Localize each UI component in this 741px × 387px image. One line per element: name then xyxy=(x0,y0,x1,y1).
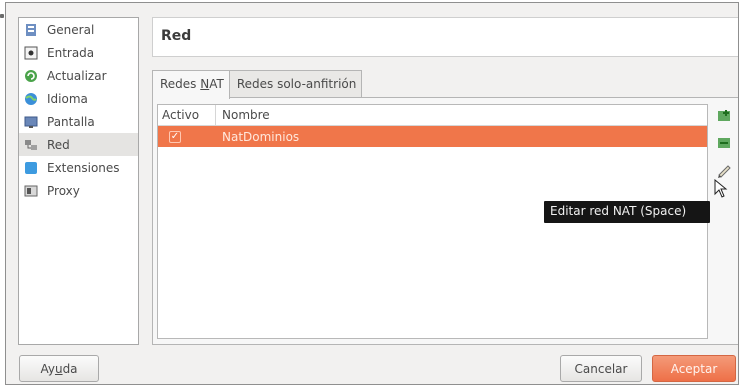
sidebar-item-label: Pantalla xyxy=(47,114,95,129)
general-icon xyxy=(24,23,38,37)
sidebar-item-pantalla[interactable]: Pantalla xyxy=(19,110,138,133)
remove-nat-network-icon[interactable] xyxy=(716,135,732,151)
page-title: Red xyxy=(152,17,738,57)
table-row[interactable]: ✓ NatDominios xyxy=(158,126,707,147)
edit-nat-network-icon[interactable] xyxy=(716,162,732,178)
tab-label-mnemonic: N xyxy=(200,77,210,91)
help-label-suffix: da xyxy=(62,361,78,376)
help-button[interactable]: Ay u da xyxy=(19,355,99,382)
sidebar-item-label: Idioma xyxy=(47,91,88,106)
update-icon xyxy=(24,69,38,83)
right-toolbar xyxy=(709,98,739,346)
sidebar-item-idioma[interactable]: Idioma xyxy=(19,87,138,110)
checkmark-icon: ✓ xyxy=(170,130,180,142)
mouse-cursor-icon xyxy=(714,179,728,198)
sidebar-item-red[interactable]: Red xyxy=(19,133,138,156)
display-icon xyxy=(24,115,38,129)
column-header-activo[interactable]: Activo xyxy=(158,105,216,125)
tab-bar: Redes NAT Redes solo-anfitrión xyxy=(152,70,363,99)
tab-redes-nat[interactable]: Redes NAT xyxy=(152,70,230,99)
sidebar-item-label: Extensiones xyxy=(47,160,120,175)
input-icon xyxy=(24,46,38,60)
sidebar-item-label: General xyxy=(47,22,95,37)
extensions-icon xyxy=(24,161,38,175)
sidebar-item-entrada[interactable]: Entrada xyxy=(19,41,138,64)
active-checkbox[interactable]: ✓ xyxy=(169,130,181,143)
language-icon xyxy=(24,92,38,106)
sidebar-item-actualizar[interactable]: Actualizar xyxy=(19,64,138,87)
ok-button[interactable]: Aceptar xyxy=(652,355,736,382)
sidebar-item-label: Entrada xyxy=(47,45,95,60)
tooltip: Editar red NAT (Space) xyxy=(544,201,710,223)
column-header-nombre[interactable]: Nombre xyxy=(216,108,270,122)
table-header: Activo Nombre xyxy=(158,105,707,126)
tab-redes-solo-anfitrion[interactable]: Redes solo-anfitrión xyxy=(228,70,363,98)
tab-label-suffix: AT xyxy=(209,77,224,91)
help-label-prefix: Ay xyxy=(40,361,55,376)
network-name-cell: NatDominios xyxy=(222,129,300,144)
proxy-icon xyxy=(24,184,38,198)
network-icon xyxy=(24,138,38,152)
sidebar: General Entrada Actualizar Idioma Pantal… xyxy=(18,17,139,345)
sidebar-item-proxy[interactable]: Proxy xyxy=(19,179,138,202)
sidebar-item-general[interactable]: General xyxy=(19,18,138,41)
active-cell: ✓ xyxy=(158,130,216,143)
tab-label-prefix: Redes xyxy=(160,77,201,91)
sidebar-item-label: Red xyxy=(47,137,70,152)
add-nat-network-icon[interactable] xyxy=(716,108,732,124)
sidebar-item-extensiones[interactable]: Extensiones xyxy=(19,156,138,179)
window-corner-mark xyxy=(0,14,4,18)
help-label-mnemonic: u xyxy=(54,361,63,376)
sidebar-item-label: Actualizar xyxy=(47,68,107,83)
cancel-button[interactable]: Cancelar xyxy=(560,355,642,382)
sidebar-item-label: Proxy xyxy=(47,183,80,198)
